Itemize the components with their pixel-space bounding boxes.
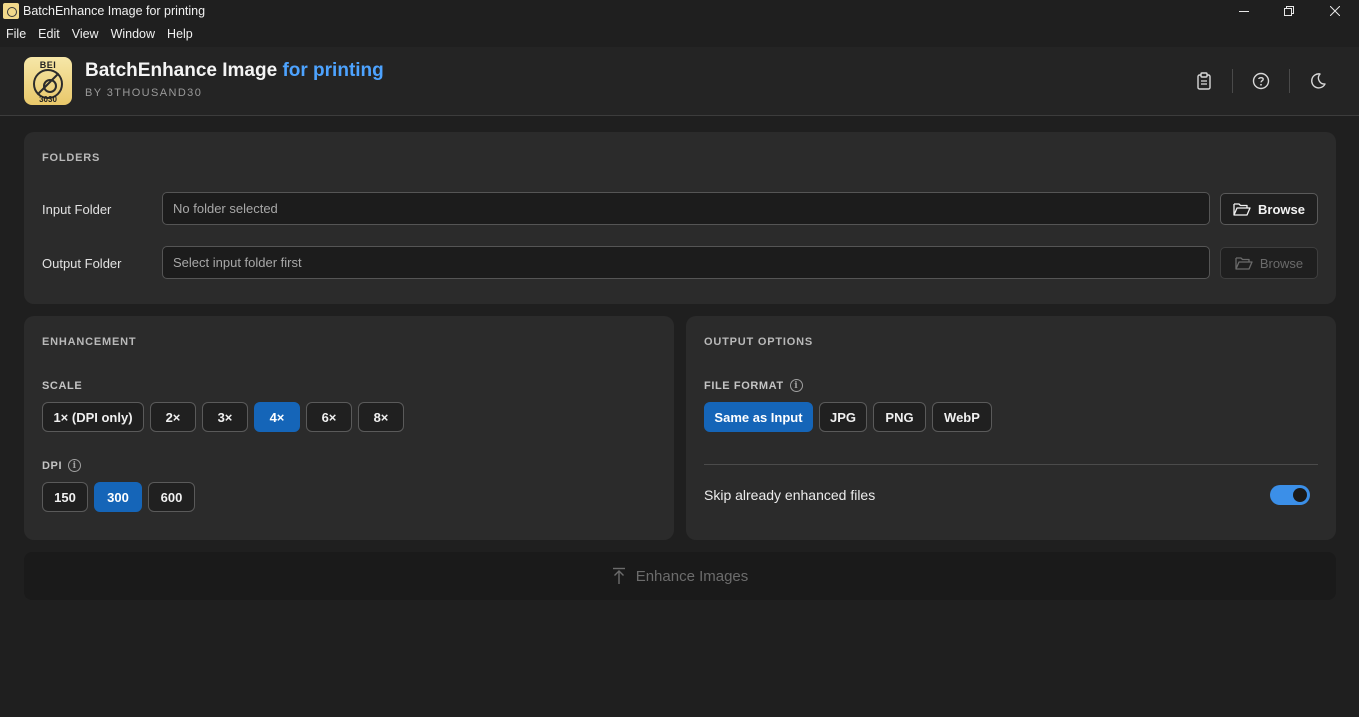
logo-number: 3030 bbox=[39, 95, 57, 104]
restore-icon bbox=[1284, 5, 1294, 16]
menu-help[interactable]: Help bbox=[161, 23, 199, 45]
format-option-png[interactable]: PNG bbox=[873, 402, 926, 432]
output-options-card: OUTPUT OPTIONS FILE FORMAT i Same as Inp… bbox=[686, 316, 1336, 540]
scale-option-6x[interactable]: 6× bbox=[306, 402, 352, 432]
skip-enhanced-label: Skip already enhanced files bbox=[704, 487, 876, 503]
scale-label-text: SCALE bbox=[42, 380, 83, 392]
scale-option-3x[interactable]: 3× bbox=[202, 402, 248, 432]
format-option-webp[interactable]: WebP bbox=[932, 402, 992, 432]
folder-open-icon bbox=[1235, 257, 1253, 270]
clipboard-icon bbox=[1197, 72, 1211, 90]
folders-card: FOLDERS Input Folder Browse Output Folde… bbox=[24, 132, 1336, 304]
dpi-option-300[interactable]: 300 bbox=[94, 482, 142, 512]
format-option-jpg[interactable]: JPG bbox=[819, 402, 867, 432]
header-separator bbox=[1289, 69, 1290, 93]
enhancement-section-title: ENHANCEMENT bbox=[42, 336, 137, 348]
restore-button[interactable] bbox=[1266, 0, 1312, 21]
input-folder-label: Input Folder bbox=[42, 202, 112, 217]
enhancement-card: ENHANCEMENT SCALE 1× (DPI only) 2× 3× 4×… bbox=[24, 316, 674, 540]
scale-option-8x[interactable]: 8× bbox=[358, 402, 404, 432]
menu-view[interactable]: View bbox=[66, 23, 105, 45]
scale-option-4x[interactable]: 4× bbox=[254, 402, 300, 432]
scale-option-1x[interactable]: 1× (DPI only) bbox=[42, 402, 144, 432]
header-separator bbox=[1232, 69, 1233, 93]
output-options-section-title: OUTPUT OPTIONS bbox=[704, 336, 813, 348]
input-folder-field[interactable] bbox=[162, 192, 1210, 225]
file-format-label-text: FILE FORMAT bbox=[704, 379, 784, 392]
input-browse-label: Browse bbox=[1258, 201, 1305, 217]
window-titlebar: BatchEnhance Image for printing bbox=[0, 0, 1359, 21]
clipboard-button[interactable] bbox=[1192, 69, 1216, 93]
format-option-same[interactable]: Same as Input bbox=[704, 402, 813, 432]
app-icon bbox=[3, 2, 19, 19]
file-format-info-icon[interactable]: i bbox=[789, 379, 803, 392]
menu-bar: File Edit View Window Help bbox=[0, 23, 199, 45]
skip-enhanced-toggle[interactable] bbox=[1270, 485, 1310, 505]
scale-option-2x[interactable]: 2× bbox=[150, 402, 196, 432]
folders-section-title: FOLDERS bbox=[42, 152, 101, 164]
output-browse-button[interactable]: Browse bbox=[1220, 247, 1318, 279]
app-title-main: BatchEnhance Image bbox=[85, 60, 278, 81]
input-browse-button[interactable]: Browse bbox=[1220, 193, 1318, 225]
enhance-images-button[interactable]: Enhance Images bbox=[24, 552, 1336, 600]
moon-icon bbox=[1311, 73, 1326, 89]
app-subtitle: BY 3THOUSAND30 bbox=[85, 87, 203, 99]
options-divider bbox=[704, 464, 1318, 465]
output-folder-field[interactable] bbox=[162, 246, 1210, 279]
toggle-knob bbox=[1293, 488, 1307, 502]
minimize-icon bbox=[1239, 10, 1249, 12]
dpi-option-600[interactable]: 600 bbox=[148, 482, 195, 512]
file-format-label: FILE FORMAT i bbox=[704, 379, 803, 392]
window-title: BatchEnhance Image for printing bbox=[23, 3, 206, 18]
help-button[interactable] bbox=[1249, 69, 1273, 93]
help-circle-icon bbox=[1252, 72, 1270, 90]
close-button[interactable] bbox=[1312, 0, 1358, 21]
dpi-info-icon[interactable]: i bbox=[68, 459, 82, 472]
app-header: BEI 3030 BatchEnhance Image for printing… bbox=[0, 47, 1359, 116]
menu-file[interactable]: File bbox=[0, 23, 32, 45]
folder-open-icon bbox=[1233, 203, 1251, 216]
dpi-label-text: DPI bbox=[42, 459, 63, 472]
dpi-option-150[interactable]: 150 bbox=[42, 482, 88, 512]
output-browse-label: Browse bbox=[1259, 255, 1304, 271]
minimize-button[interactable] bbox=[1221, 0, 1267, 21]
dpi-label: DPI i bbox=[42, 459, 82, 472]
close-icon bbox=[1330, 5, 1340, 16]
menu-edit[interactable]: Edit bbox=[32, 23, 66, 45]
enhance-images-label: Enhance Images bbox=[635, 567, 749, 585]
menu-window[interactable]: Window bbox=[105, 23, 161, 45]
app-logo: BEI 3030 bbox=[24, 57, 72, 105]
app-title-accent: for printing bbox=[282, 60, 384, 81]
scale-label: SCALE bbox=[42, 380, 82, 392]
app-title: BatchEnhance Image for printing bbox=[85, 60, 384, 82]
theme-toggle-button[interactable] bbox=[1306, 69, 1330, 93]
output-folder-label: Output Folder bbox=[42, 256, 122, 271]
arrow-up-bar-icon bbox=[612, 567, 625, 584]
